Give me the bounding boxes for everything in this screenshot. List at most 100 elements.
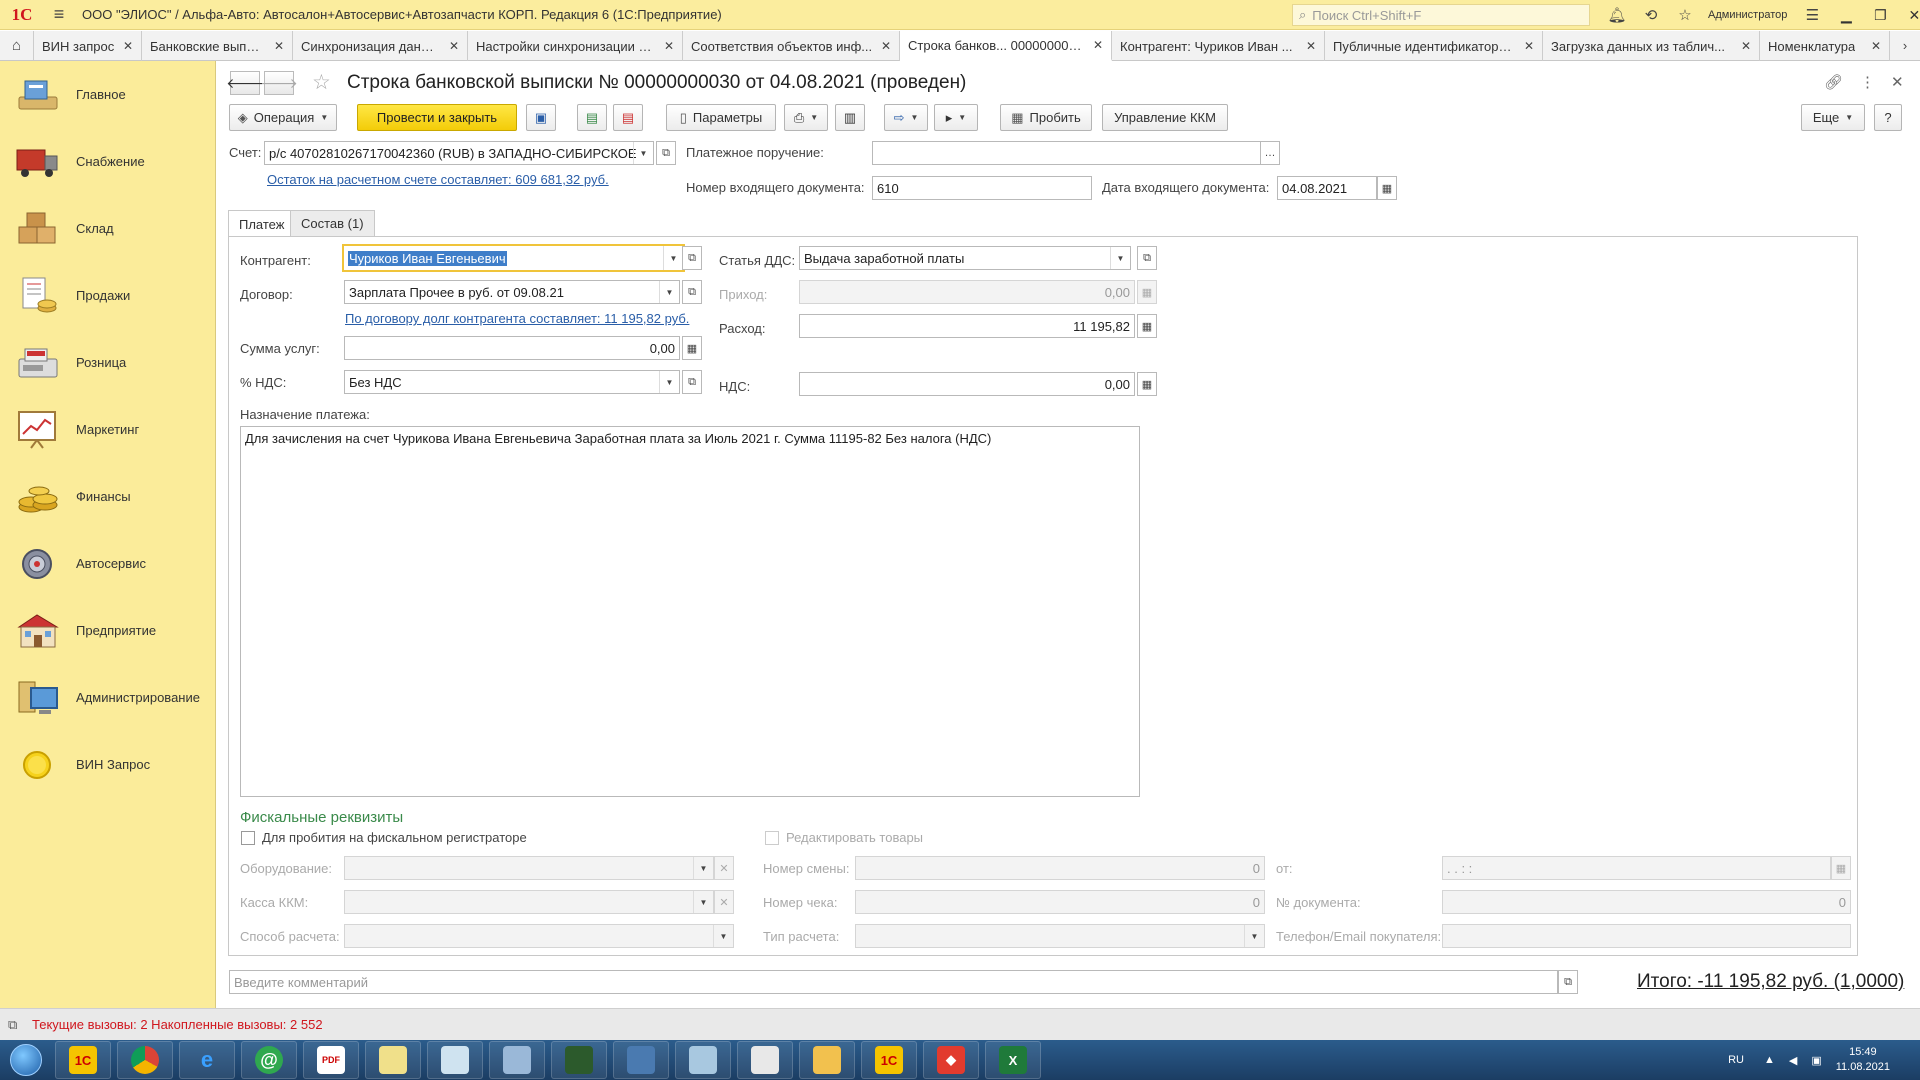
back-button[interactable]: 🡐 — [226, 71, 264, 95]
account-field[interactable]: р/с 40702810267170042360 (RUB) в ЗАПАДНО… — [264, 141, 654, 165]
purpose-textarea[interactable]: Для зачисления на счет Чурикова Ивана Ев… — [240, 426, 1140, 797]
close-tab-icon[interactable]: ✕ — [881, 39, 891, 53]
taskbar-app-chrome[interactable] — [117, 1041, 173, 1079]
close-tab-icon[interactable]: ✕ — [123, 39, 133, 53]
window-tab[interactable]: Номенклатура ✕ — [1760, 31, 1890, 61]
taskbar-app-excel[interactable]: X — [985, 1041, 1041, 1079]
minimize-icon[interactable]: ▁ — [1829, 7, 1863, 24]
fiscal-punch-checkbox[interactable] — [241, 831, 255, 845]
taskbar-app-screen[interactable] — [613, 1041, 669, 1079]
sidebar-item-vin-request[interactable]: ВИН Запрос — [0, 731, 215, 798]
sidebar-item-sales[interactable]: Продажи — [0, 262, 215, 329]
window-tab[interactable]: Контрагент: Чуриков Иван ... ✕ — [1112, 31, 1325, 61]
chevron-down-icon[interactable]: ▼ — [663, 246, 683, 270]
taskbar-app-explorer[interactable] — [799, 1041, 855, 1079]
balance-link[interactable]: Остаток на расчетном счете составляет: 6… — [267, 172, 609, 187]
calculator-icon[interactable]: ▦ — [1137, 372, 1157, 396]
close-tab-icon[interactable]: ✕ — [449, 39, 459, 53]
calls-status[interactable]: Текущие вызовы: 2 Накопленные вызовы: 2 … — [32, 1017, 323, 1032]
window-tab[interactable]: Загрузка данных из таблич... ✕ — [1543, 31, 1760, 61]
settings-menu-icon[interactable]: ☰ — [1795, 6, 1829, 24]
tabs-scroll-right-icon[interactable]: › — [1890, 31, 1920, 60]
incoming-date-field[interactable]: 04.08.2021 — [1277, 176, 1377, 200]
bell-icon[interactable]: 🔔︎ — [1600, 6, 1634, 24]
window-tab-active[interactable]: Строка банков... 00000000030 ✕ — [900, 31, 1112, 61]
sidebar-item-warehouse[interactable]: Склад — [0, 195, 215, 262]
close-window-icon[interactable]: ✕ — [1897, 7, 1920, 24]
calendar-icon[interactable]: ▦ — [1377, 176, 1397, 200]
taskbar-app-paint[interactable] — [737, 1041, 793, 1079]
document-total[interactable]: Итого: -11 195,82 руб. (1,0000) — [1637, 971, 1904, 993]
more-vertical-icon[interactable]: ⋮ — [1860, 73, 1875, 91]
punch-button[interactable]: ▦ Пробить — [1000, 104, 1092, 131]
chevron-down-icon[interactable]: ▼ — [659, 281, 679, 303]
sidebar-item-retail[interactable]: Розница — [0, 329, 215, 396]
close-tab-icon[interactable]: ✕ — [1871, 39, 1881, 53]
open-contract-button[interactable]: ⧉ — [682, 280, 702, 304]
window-tab[interactable]: Банковские выписки ✕ — [142, 31, 293, 61]
close-tab-icon[interactable]: ✕ — [1741, 39, 1751, 53]
open-dds-button[interactable]: ⧉ — [1137, 246, 1157, 270]
incoming-number-field[interactable]: 610 — [872, 176, 1092, 200]
attachments-button[interactable]: ▸ ▼ — [934, 104, 978, 131]
window-tab[interactable]: ВИН запрос ✕ — [34, 31, 142, 61]
taskbar-app-mail[interactable]: @ — [241, 1041, 297, 1079]
comment-input[interactable]: Введите комментарий — [229, 970, 1558, 994]
chevron-down-icon[interactable]: ▼ — [1110, 247, 1130, 269]
payment-order-field[interactable] — [872, 141, 1280, 165]
app-logo[interactable]: 1С — [0, 5, 44, 25]
select-payment-order-button[interactable]: … — [1260, 141, 1280, 165]
taskbar-app-ie[interactable]: e — [179, 1041, 235, 1079]
network-tray-icon[interactable]: ▣ — [1811, 1054, 1821, 1067]
operation-button[interactable]: ◈ Операция ▼ — [229, 104, 337, 131]
user-name[interactable]: Администратор — [1708, 9, 1787, 21]
more-button[interactable]: Еще ▼ — [1801, 104, 1865, 131]
expense-field[interactable]: 11 195,82 — [799, 314, 1135, 338]
taskbar-app-1c-2[interactable]: 1С — [861, 1041, 917, 1079]
debt-link[interactable]: По договору долг контрагента составляет:… — [345, 311, 689, 326]
language-indicator[interactable]: RU — [1728, 1054, 1744, 1066]
link-icon[interactable]: 🔗︎ — [1824, 73, 1843, 91]
open-account-button[interactable]: ⧉ — [656, 141, 676, 165]
star-icon[interactable]: ☆ — [1668, 6, 1702, 24]
open-counterparty-button[interactable]: ⧉ — [682, 246, 702, 270]
taskbar-app-network[interactable] — [489, 1041, 545, 1079]
close-tab-icon[interactable]: ✕ — [1093, 38, 1103, 52]
calls-icon[interactable]: ⧉ — [8, 1017, 32, 1033]
close-tab-icon[interactable]: ✕ — [274, 39, 284, 53]
global-search-input[interactable]: ⌕ Поиск Ctrl+Shift+F — [1292, 4, 1590, 26]
sidebar-item-enterprise[interactable]: Предприятие — [0, 597, 215, 664]
services-sum-field[interactable]: 0,00 — [344, 336, 680, 360]
create-based-button[interactable]: ⇨ ▼ — [884, 104, 928, 131]
close-tab-icon[interactable]: ✕ — [664, 39, 674, 53]
dds-field[interactable]: Выдача заработной платы ▼ — [799, 246, 1131, 270]
chevron-down-icon[interactable]: ▼ — [633, 142, 653, 164]
calculator-icon[interactable]: ▦ — [1137, 314, 1157, 338]
open-comment-button[interactable]: ⧉ — [1558, 970, 1578, 994]
taskbar-app-1c[interactable]: 1С — [55, 1041, 111, 1079]
sidebar-item-supply[interactable]: Снабжение — [0, 128, 215, 195]
report-button[interactable]: ▥ — [835, 104, 865, 131]
restore-icon[interactable]: ❐ — [1863, 7, 1897, 24]
taskbar-app-editor[interactable] — [675, 1041, 731, 1079]
open-vat-rate-button[interactable]: ⧉ — [682, 370, 702, 394]
taskbar-app-terminal[interactable] — [551, 1041, 607, 1079]
menu-icon[interactable]: ≡ — [44, 4, 74, 25]
window-tab[interactable]: Соответствия объектов инф... ✕ — [683, 31, 900, 61]
tab-payment[interactable]: Платеж — [228, 210, 296, 237]
taskbar-app-notepad[interactable] — [427, 1041, 483, 1079]
taskbar-app-anydesk[interactable]: ◆ — [923, 1041, 979, 1079]
save-button[interactable]: ▣ — [526, 104, 556, 131]
window-tab[interactable]: Публичные идентификаторы... ✕ — [1325, 31, 1543, 61]
sidebar-item-finance[interactable]: Финансы — [0, 463, 215, 530]
print-button[interactable]: ⎙ ▼ — [784, 104, 828, 131]
sidebar-item-marketing[interactable]: Маркетинг — [0, 396, 215, 463]
tab-composition[interactable]: Состав (1) — [290, 210, 375, 236]
sidebar-item-main[interactable]: Главное — [0, 61, 215, 128]
calculator-icon[interactable]: ▦ — [682, 336, 702, 360]
close-form-icon[interactable]: ✕ — [1891, 73, 1904, 91]
kkm-management-button[interactable]: Управление ККМ — [1102, 104, 1228, 131]
sidebar-item-autoservice[interactable]: Автосервис — [0, 530, 215, 597]
unpost-button[interactable]: ▤ — [613, 104, 643, 131]
favorite-star-icon[interactable]: ☆ — [312, 70, 331, 95]
